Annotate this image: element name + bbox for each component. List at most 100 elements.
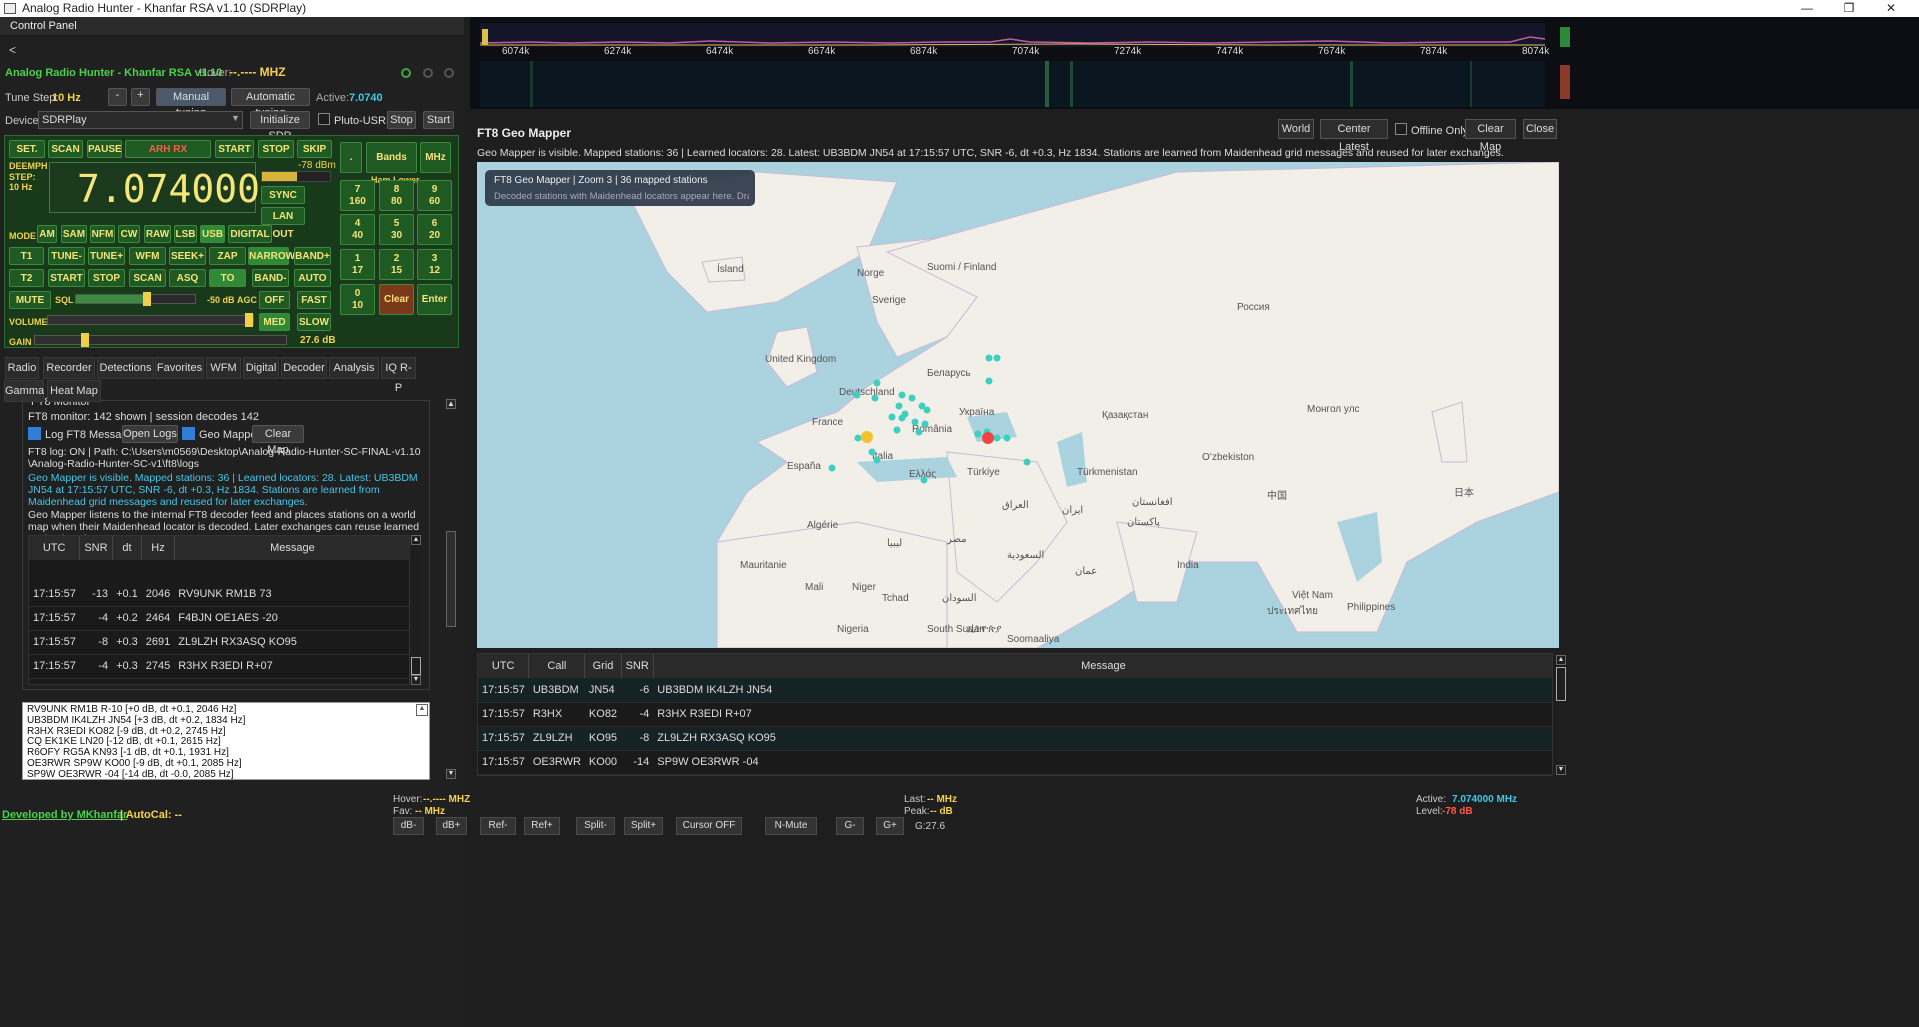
start-button[interactable]: Start xyxy=(423,111,454,129)
t2-start-button[interactable]: START xyxy=(48,269,85,287)
keypad-key-0[interactable]: 0 10 xyxy=(340,284,375,315)
spectrum-waterfall[interactable]: 6074k 6274k 6474k 6674k 6874k 7074k 7274k 7474k… xyxy=(470,17,1919,109)
station-marker[interactable] xyxy=(868,448,876,456)
keypad-mhz-button[interactable]: MHz xyxy=(420,142,451,173)
tab-digital[interactable]: Digital xyxy=(243,357,279,379)
keypad-key-8[interactable]: 8 80 xyxy=(379,180,414,211)
agc-slow-button[interactable]: SLOW xyxy=(297,313,331,331)
db-minus-button[interactable]: dB- xyxy=(393,817,424,835)
band-plus-button[interactable]: BAND+ xyxy=(294,247,331,265)
station-marker[interactable] xyxy=(974,430,982,438)
scroll-down-icon[interactable]: ▼ xyxy=(411,675,421,685)
keypad-key-3[interactable]: 3 12 xyxy=(417,249,452,280)
table-row[interactable]: 17:15:57 -13 +0.1 2046 RV9UNK RM1B 73 xyxy=(29,582,409,606)
keypad-bands-button[interactable]: Bands xyxy=(366,142,417,173)
station-marker[interactable] xyxy=(828,464,836,472)
table-row[interactable]: 17:15:57 -4 +0.2 2464 F4BJN OE1AES -20 xyxy=(29,606,409,630)
open-logs-button[interactable]: Open Logs xyxy=(122,425,178,443)
t2-stop-button[interactable]: STOP xyxy=(88,269,125,287)
gain-slider[interactable] xyxy=(34,333,287,347)
t1-button[interactable]: T1 xyxy=(9,247,44,265)
volume-slider[interactable] xyxy=(47,313,254,327)
initialize-sdr-button[interactable]: Initialize SDR xyxy=(250,111,310,142)
arh-rx-control-button[interactable]: ARH RX CONTROL xyxy=(125,140,211,173)
table-row[interactable]: 17:15:57 -8 +0.3 2691 ZL9LZH RX3ASQ KO95 xyxy=(29,630,409,654)
mode-nfm-button[interactable]: NFM xyxy=(90,225,115,243)
device-select[interactable]: SDRPlay ▼ xyxy=(38,111,243,129)
station-marker[interactable] xyxy=(893,426,901,434)
developer-link[interactable]: Developed by MKhanfar xyxy=(2,809,127,821)
stations-scrollbar-thumb[interactable] xyxy=(1556,667,1566,701)
agc-off-button[interactable]: OFF xyxy=(259,291,290,309)
keypad-enter-button[interactable]: Enter xyxy=(417,284,452,315)
sql-slider-handle[interactable] xyxy=(143,292,152,306)
scroll-down-icon[interactable]: ▼ xyxy=(1556,765,1566,775)
station-marker[interactable] xyxy=(921,420,929,428)
stations-scrollbar[interactable]: ▲ ▼ xyxy=(1556,655,1568,775)
col-call[interactable]: Call xyxy=(528,654,586,678)
frequency-display[interactable]: 7.074000 xyxy=(49,162,260,213)
n-mute-button[interactable]: N-Mute xyxy=(765,817,817,835)
col-snr[interactable]: SNR xyxy=(621,654,654,678)
col-snr[interactable]: SNR xyxy=(79,536,113,560)
ft8-log-text[interactable]: RV9UNK RM1B R-10 [+0 dB, dt +0.1, 2046 H… xyxy=(22,702,430,780)
table-row[interactable]: 17:15:57 OE3RWR KO00 -14 SP9W OE3RWR -04 xyxy=(478,750,1552,775)
log-ft8-checkbox[interactable] xyxy=(28,427,41,440)
tune-step-minus-button[interactable]: - xyxy=(108,88,127,106)
manual-tuning-button[interactable]: Manual tuning xyxy=(156,88,226,119)
tab-favorites[interactable]: Favorites xyxy=(155,357,204,379)
g-minus-button[interactable]: G- xyxy=(836,817,864,835)
keypad-key-2[interactable]: 2 15 xyxy=(379,249,414,280)
db-plus-button[interactable]: dB+ xyxy=(436,817,467,835)
cursor-off-button[interactable]: Cursor OFF xyxy=(676,817,742,835)
scroll-down-icon[interactable]: ▼ xyxy=(446,769,456,779)
left-scrollbar-thumb[interactable] xyxy=(446,531,456,627)
back-button[interactable]: < xyxy=(9,43,16,57)
ft8-scrollbar-thumb[interactable] xyxy=(411,657,421,675)
station-marker[interactable] xyxy=(873,379,881,387)
ft8-clear-map-button[interactable]: Clear Map xyxy=(252,425,304,456)
station-marker[interactable] xyxy=(923,406,931,414)
agc-fast-button[interactable]: FAST xyxy=(297,291,331,309)
station-marker[interactable] xyxy=(911,418,919,426)
table-row[interactable]: 17:15:57 ZL9LZH KO95 -8 ZL9LZH RX3ASQ KO95 xyxy=(478,726,1552,751)
tab-analysis[interactable]: Analysis xyxy=(329,357,379,379)
lan-out-button[interactable]: LAN OUT xyxy=(261,207,305,240)
keypad-key-9[interactable]: 9 60 xyxy=(417,180,452,211)
mute-button[interactable]: MUTE xyxy=(9,291,51,309)
station-marker[interactable] xyxy=(853,391,861,399)
station-marker[interactable] xyxy=(898,414,906,422)
station-marker[interactable] xyxy=(854,434,862,442)
auto-button[interactable]: AUTO xyxy=(294,269,331,287)
mapper-clear-map-button[interactable]: Clear Map xyxy=(1465,119,1516,153)
col-message[interactable]: Message xyxy=(653,654,1552,678)
t2-scan-button[interactable]: SCAN xyxy=(129,269,166,287)
minimize-icon[interactable]: — xyxy=(1792,0,1822,17)
gain-slider-handle[interactable] xyxy=(81,333,90,347)
volume-slider-handle[interactable] xyxy=(244,313,253,327)
world-button[interactable]: World xyxy=(1278,119,1314,139)
keypad-clear-button[interactable]: Clear xyxy=(379,284,414,315)
mode-usb-button[interactable]: USB xyxy=(200,225,225,243)
col-hz[interactable]: Hz xyxy=(141,536,175,560)
tab-decoder[interactable]: Decoder xyxy=(281,357,327,379)
automatic-tuning-button[interactable]: Automatic tuning xyxy=(231,88,310,119)
table-row[interactable]: 17:15:57 R3HX KO82 -4 R3HX R3EDI R+07 xyxy=(478,702,1552,727)
sync-button[interactable]: SYNC xyxy=(261,186,305,204)
col-message[interactable]: Message xyxy=(174,536,409,560)
split-minus-button[interactable]: Split- xyxy=(576,817,615,835)
split-plus-button[interactable]: Split+ xyxy=(624,817,663,835)
keypad-key-6[interactable]: 6 20 xyxy=(417,214,452,245)
station-marker[interactable] xyxy=(985,354,993,362)
radio-stop-button[interactable]: STOP xyxy=(258,140,294,158)
tab-radio[interactable]: Radio xyxy=(5,357,39,379)
station-marker[interactable] xyxy=(915,428,923,436)
station-marker[interactable] xyxy=(920,476,928,484)
seek-plus-button[interactable]: SEEK+ xyxy=(169,247,206,265)
tab-heat-map[interactable]: Heat Map xyxy=(47,380,101,402)
asq-button[interactable]: ASQ xyxy=(169,269,206,287)
table-row[interactable]: 17:15:57 -4 +0.3 2745 R3HX R3EDI R+07 xyxy=(29,654,409,678)
close-icon[interactable]: ✕ xyxy=(1876,0,1906,17)
wfm-button[interactable]: WFM xyxy=(129,247,166,265)
station-marker[interactable] xyxy=(908,394,916,402)
